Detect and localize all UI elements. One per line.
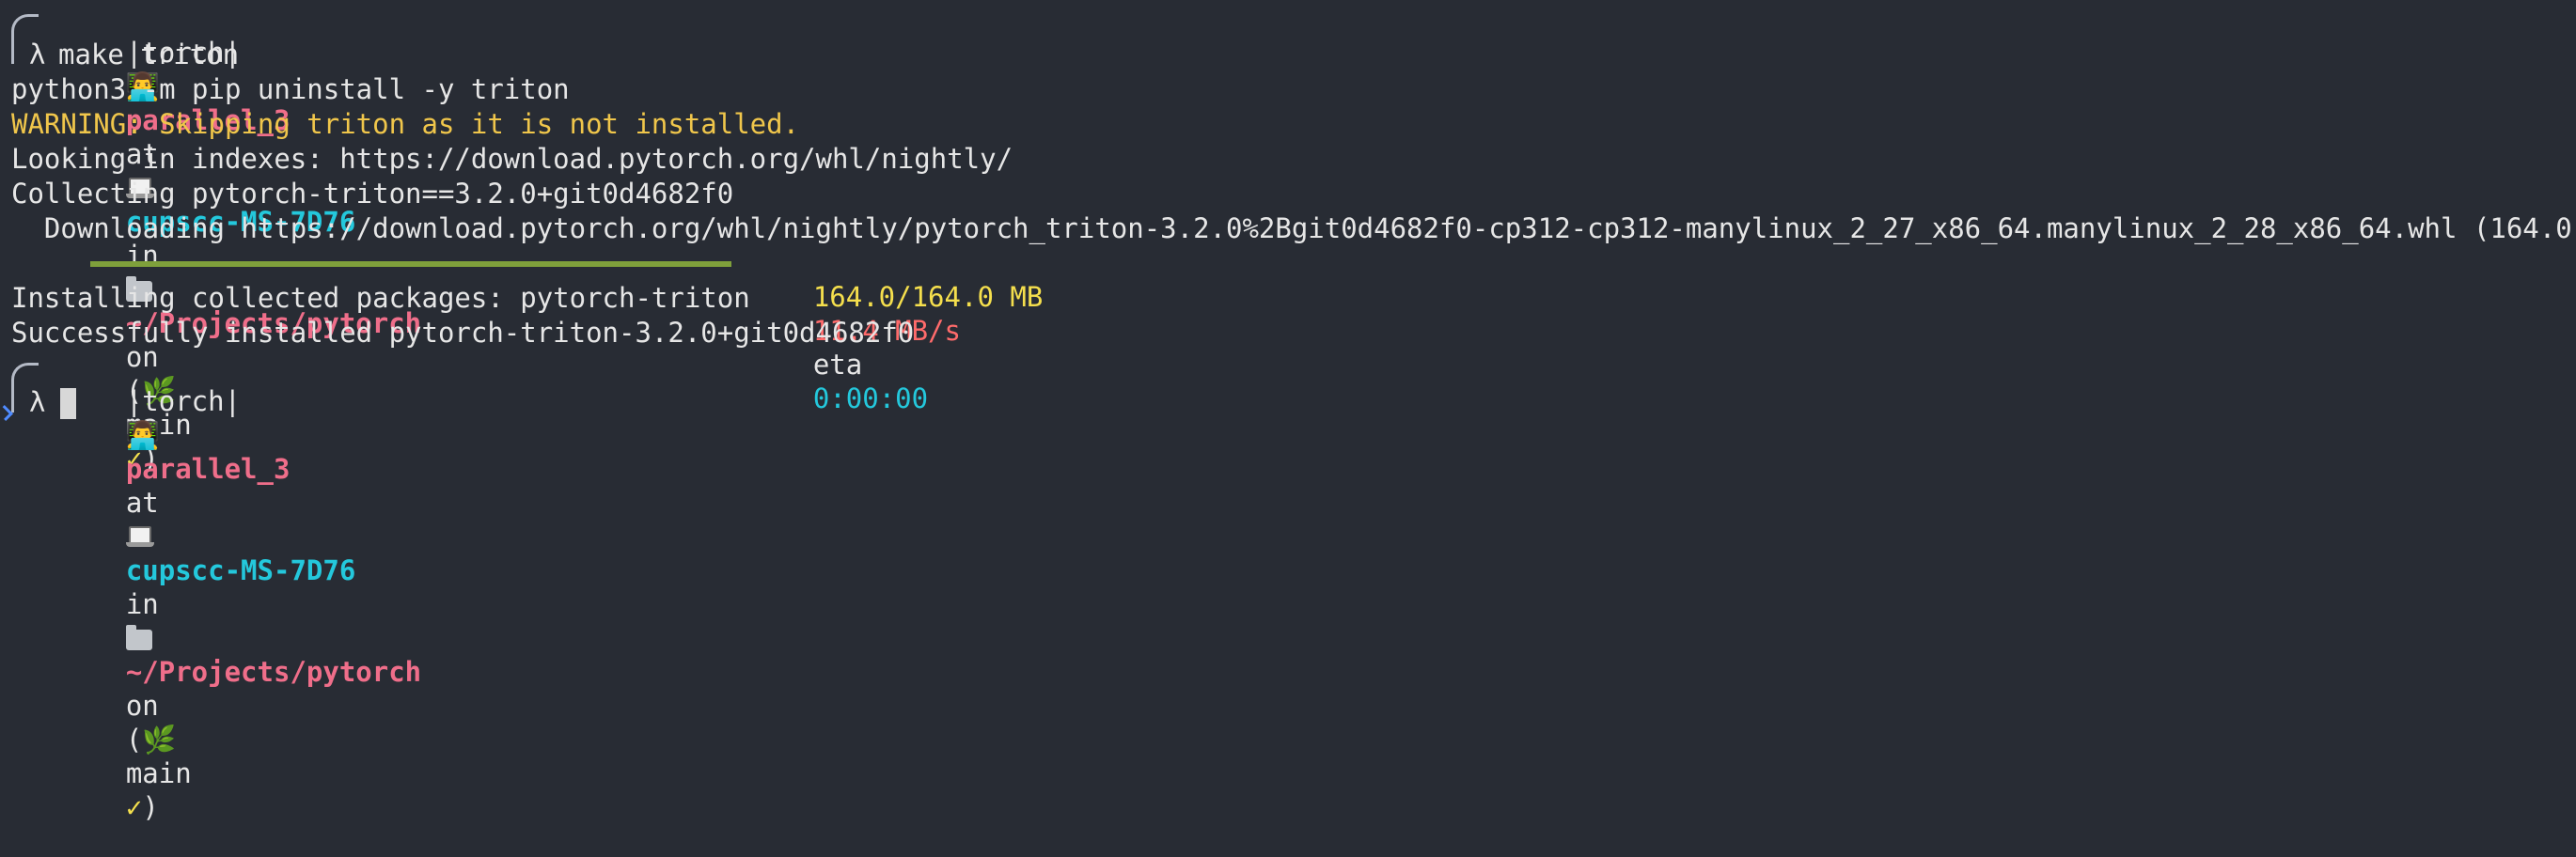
output-line-3: Collecting pytorch-triton==3.2.0+git0d46… <box>11 178 734 210</box>
branch-status-icon-2: ✓ <box>125 791 143 823</box>
prompt-lambda-top: λ <box>29 39 46 70</box>
branch-name-2: main <box>125 757 192 789</box>
output-line-5: Successfully installed pytorch-triton-3.… <box>11 317 915 349</box>
progress-bar <box>90 261 731 267</box>
terminal-cursor[interactable] <box>60 388 76 419</box>
prompt-at-2: at <box>125 487 159 519</box>
output-line-1: python3 -m pip uninstall -y triton <box>11 73 570 105</box>
folder-icon-2 <box>125 625 152 650</box>
progress-eta-label: eta <box>812 349 863 381</box>
branch-leaf-icon-2: 🌿 <box>142 724 177 756</box>
prompt-lambda-bottom: λ <box>29 386 46 418</box>
prompt-env-2: |torch| <box>125 385 242 417</box>
terminal-window[interactable]: |torch| 👨‍💻 parallel_3 at cupscc-MS-7D76… <box>0 0 2576 823</box>
prompt-in-2: in <box>125 588 159 620</box>
progress-size: 164.0/164.0 MB <box>812 281 1044 313</box>
prompt-host-2: cupscc-MS-7D76 <box>125 554 356 586</box>
download-line: Downloading https://download.pytorch.org… <box>11 212 2576 244</box>
prompt-directory-2: ~/Projects/pytorch <box>125 656 422 688</box>
prompt-on-2: on <box>125 690 159 722</box>
output-line-2: Looking in indexes: https://download.pyt… <box>11 143 1013 175</box>
command-text: make triton <box>58 39 240 70</box>
branch-close-2: ) <box>142 791 159 823</box>
branch-open-2: ( <box>125 724 143 756</box>
warning-line: WARNING: Skipping triton as it is not in… <box>11 108 800 140</box>
laptop-icon-2 <box>125 526 154 549</box>
prompt-user-2: parallel_3 <box>125 453 291 485</box>
progress-eta: 0:00:00 <box>812 382 929 414</box>
prompt-line-2: |torch| 👨‍💻 parallel_3 at cupscc-MS-7D76… <box>60 351 421 823</box>
output-line-4: Installing collected packages: pytorch-t… <box>11 282 750 314</box>
developer-emoji-icon-2: 👨‍💻 <box>125 419 160 451</box>
prompt-line-1: |torch| 👨‍💻 parallel_3 at cupscc-MS-7D76… <box>60 2 421 475</box>
